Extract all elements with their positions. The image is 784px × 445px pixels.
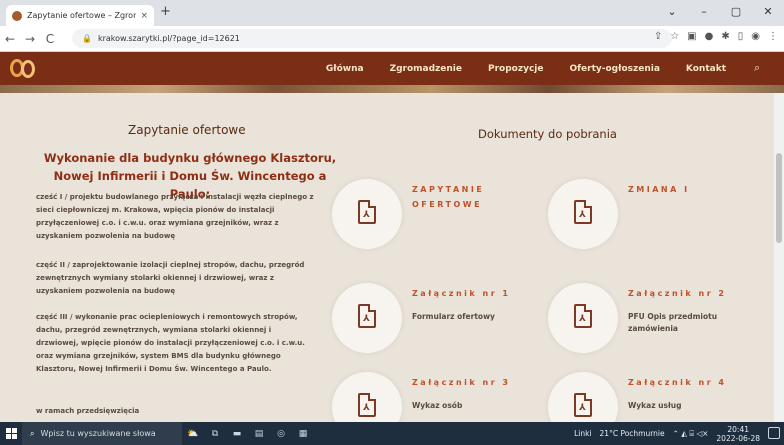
weather-widget-icon[interactable]: ⛅ (182, 422, 204, 445)
profile-icon[interactable]: ● (705, 31, 714, 42)
document-title[interactable]: ZAPYTANIE OFERTOWE (412, 182, 532, 212)
document-title[interactable]: Załącznik nr 1 (412, 286, 532, 301)
menu-item-propozycje[interactable]: Propozycje (488, 64, 543, 74)
document-circle[interactable]: ⅄ (332, 283, 402, 353)
document-title[interactable]: Załącznik nr 4 (628, 375, 748, 390)
site-header: Główna Zgromadzenie Propozycje Oferty-og… (0, 52, 784, 85)
document-item[interactable]: ⅄ Załącznik nr 2 PFU Opis przedmiotu zam… (548, 283, 758, 373)
document-title[interactable]: ZMIANA I (628, 182, 748, 197)
menu-icon[interactable]: ⋮ (768, 31, 778, 42)
menu-item-glowna[interactable]: Główna (326, 64, 364, 74)
taskbar-search-input[interactable]: ⌕ Wpisz tu wyszukiwane słowa (22, 422, 182, 445)
task-view-icon[interactable]: ⧉ (204, 422, 226, 445)
paragraph-part-1: cześć I / projektu budowlanego przyłącza… (36, 193, 314, 240)
share-icon[interactable]: ⇪ (654, 31, 662, 42)
forward-button[interactable]: → (20, 32, 40, 46)
browser-tab[interactable]: Zapytanie ofertowe – Zgromadz × (6, 5, 154, 26)
start-button[interactable] (0, 422, 22, 445)
document-circle[interactable]: ⅄ (332, 179, 402, 249)
close-window-button[interactable]: ✕ (752, 0, 784, 26)
tab-search-icon[interactable]: ⌄ (656, 0, 688, 26)
tab-title: Zapytanie ofertowe – Zgromadz (27, 11, 136, 20)
document-circle[interactable]: ⅄ (548, 179, 618, 249)
new-tab-button[interactable]: + (160, 4, 171, 19)
windows-taskbar: ⌕ Wpisz tu wyszukiwane słowa ⛅ ⧉ ▬ ▤ ◎ ▦… (0, 422, 784, 445)
document-description: Wykaz osób (412, 401, 463, 410)
page-scrollbar[interactable] (774, 93, 784, 422)
url-text: krakow.szarytki.pl/?page_id=12621 (97, 34, 240, 43)
menu-item-zgromadzenie[interactable]: Zgromadzenie (390, 64, 462, 74)
store-icon[interactable]: ▤ (248, 422, 270, 445)
paragraph-part-3: część III / wykonanie prac ociepleniowyc… (36, 313, 305, 373)
back-button[interactable]: ← (0, 32, 20, 46)
clock-time: 20:41 (727, 424, 750, 434)
pdf-icon: ⅄ (358, 304, 376, 328)
document-item[interactable]: ⅄ ZMIANA I (548, 179, 758, 269)
lock-icon: 🔒 (82, 34, 92, 43)
clock[interactable]: 20:41 2022-06-28 (716, 425, 760, 443)
document-description: Formularz ofertowy (412, 312, 495, 321)
scrollbar-thumb[interactable] (776, 153, 782, 243)
minimize-button[interactable]: – (688, 0, 720, 26)
search-icon: ⌕ (30, 428, 35, 438)
pdf-icon: ⅄ (574, 393, 592, 417)
app-icon[interactable]: ▦ (292, 422, 314, 445)
system-tray: Linki 21°C Pochmurnie ⌃ ◭ ⌸ ◁× 20:41 202… (574, 422, 760, 445)
chrome-icon[interactable]: ◎ (270, 422, 292, 445)
site-logo[interactable] (10, 59, 38, 79)
url-input[interactable]: 🔒 krakow.szarytki.pl/?page_id=12621 (72, 29, 672, 48)
window-controls: ⌄ – ▢ ✕ (656, 0, 784, 26)
page-content: Zapytanie ofertowe Wykonanie dla budynku… (0, 93, 784, 442)
extension-icon[interactable]: ▣ (687, 31, 696, 42)
document-circle[interactable]: ⅄ (548, 283, 618, 353)
windows-logo-icon (5, 428, 17, 439)
file-explorer-icon[interactable]: ▬ (226, 422, 248, 445)
pdf-icon: ⅄ (574, 200, 592, 224)
puzzle-icon[interactable]: ✱ (721, 31, 729, 42)
account-icon[interactable]: ◉ (751, 31, 760, 42)
document-item[interactable]: ⅄ Załącznik nr 1 Formularz ofertowy (332, 283, 542, 373)
sidebar-icon[interactable]: ▯ (738, 31, 744, 42)
document-title[interactable]: Załącznik nr 3 (412, 375, 532, 390)
maximize-button[interactable]: ▢ (720, 0, 752, 26)
browser-toolbar: ⇪ ☆ ▣ ● ✱ ▯ ◉ ⋮ (654, 31, 778, 42)
downloads-title: Dokumenty do pobrania (478, 127, 617, 141)
document-description: PFU Opis przedmiotu zamówienia (628, 312, 718, 333)
document-title[interactable]: Załącznik nr 2 (628, 286, 748, 301)
tray-icons[interactable]: ⌃ ◭ ⌸ ◁× (673, 429, 709, 439)
document-item[interactable]: ⅄ ZAPYTANIE OFERTOWE (332, 179, 542, 269)
site-favicon-icon (12, 10, 22, 21)
pdf-icon: ⅄ (358, 393, 376, 417)
weather-status[interactable]: 21°C Pochmurnie (600, 429, 665, 438)
links-toolbar[interactable]: Linki (574, 429, 591, 438)
browser-tab-strip: Zapytanie ofertowe – Zgromadz × + ⌄ – ▢ … (0, 0, 784, 26)
reload-button[interactable]: C (40, 32, 60, 46)
paragraph-part-2: część II / zaprojektowanie izolacji ciep… (36, 261, 305, 295)
menu-item-oferty[interactable]: Oferty-ogłoszenia (569, 64, 659, 74)
pdf-icon: ⅄ (358, 200, 376, 224)
pdf-icon: ⅄ (574, 304, 592, 328)
section-title: Zapytanie ofertowe (128, 123, 246, 137)
clock-date: 2022-06-28 (716, 433, 760, 443)
star-icon[interactable]: ☆ (670, 31, 679, 42)
search-icon[interactable]: ⌕ (754, 61, 768, 75)
header-banner-image (0, 85, 784, 93)
taskbar-search-placeholder: Wpisz tu wyszukiwane słowa (40, 429, 156, 438)
main-menu: Główna Zgromadzenie Propozycje Oferty-og… (326, 52, 726, 85)
paragraph-project: w ramach przedsięwzięcia (36, 407, 140, 415)
notification-icon[interactable] (768, 427, 780, 439)
document-description: Wykaz usług (628, 401, 682, 410)
tab-close-icon[interactable]: × (140, 11, 148, 21)
menu-item-kontakt[interactable]: Kontakt (686, 64, 726, 74)
address-bar-row: ← → C 🔒 krakow.szarytki.pl/?page_id=1262… (0, 26, 784, 52)
